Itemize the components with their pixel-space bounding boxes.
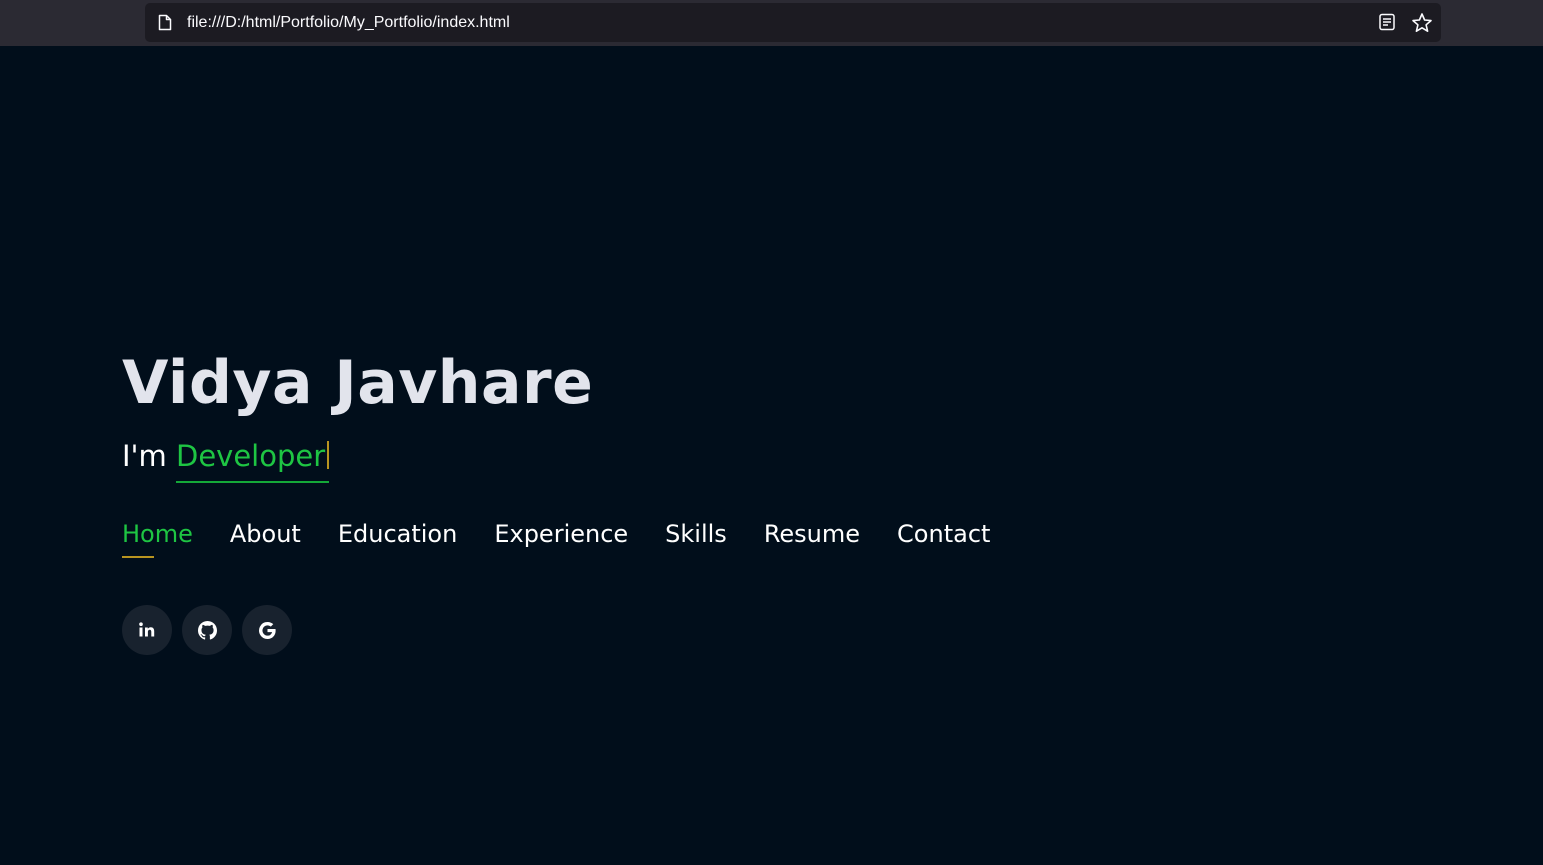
hero-name: Vidya Javhare (122, 348, 594, 418)
github-button[interactable] (182, 605, 232, 655)
typed-role: Developer (176, 439, 330, 483)
linkedin-icon (139, 622, 155, 637)
tagline: I'm Developer (122, 439, 330, 483)
linkedin-button[interactable] (122, 605, 172, 655)
social-links (122, 605, 292, 655)
browser-toolbar: file:///D:/html/Portfolio/My_Portfolio/i… (0, 0, 1543, 46)
tagline-prefix: I'm (122, 439, 176, 473)
nav-education[interactable]: Education (338, 520, 457, 558)
url-text[interactable]: file:///D:/html/Portfolio/My_Portfolio/i… (187, 3, 510, 42)
typing-cursor (327, 441, 330, 469)
nav-experience[interactable]: Experience (494, 520, 628, 558)
nav-about[interactable]: About (230, 520, 301, 558)
bookmark-star-icon[interactable] (1411, 12, 1433, 34)
nav-contact[interactable]: Contact (897, 520, 990, 558)
nav-resume[interactable]: Resume (764, 520, 860, 558)
github-icon (197, 620, 217, 640)
nav-skills[interactable]: Skills (665, 520, 727, 558)
google-icon (258, 621, 276, 639)
address-bar[interactable]: file:///D:/html/Portfolio/My_Portfolio/i… (145, 3, 1441, 42)
reader-view-icon[interactable] (1378, 13, 1396, 31)
nav-home[interactable]: Home (122, 520, 193, 558)
page-icon (158, 14, 172, 31)
main-nav: Home About Education Experience Skills R… (122, 520, 990, 558)
typed-role-text: Developer (176, 439, 326, 473)
google-button[interactable] (242, 605, 292, 655)
